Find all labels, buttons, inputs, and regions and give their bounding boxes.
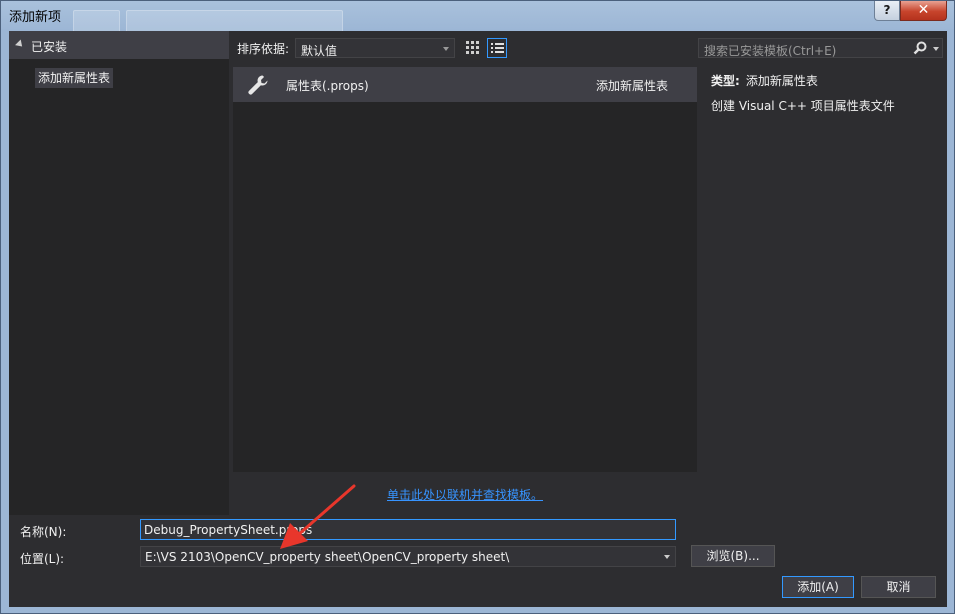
location-label: 位置(L): xyxy=(20,552,65,566)
help-button[interactable]: ? xyxy=(874,1,900,21)
list-view-icon[interactable] xyxy=(487,38,507,58)
sort-dropdown[interactable]: 默认值 xyxy=(295,38,455,58)
template-row[interactable]: 属性表(.props) 添加新属性表 xyxy=(233,67,697,102)
description-text: 创建 Visual C++ 项目属性表文件 xyxy=(711,99,895,113)
browse-button[interactable]: 浏览(B)... xyxy=(691,545,775,567)
tree-root-installed[interactable]: 已安装 xyxy=(9,31,229,59)
sort-label: 排序依据: xyxy=(237,42,290,56)
grid-view-icon[interactable] xyxy=(464,39,482,57)
cancel-button[interactable]: 取消 xyxy=(861,576,936,598)
background-window-tab xyxy=(126,10,343,31)
window-title: 添加新项 xyxy=(9,10,62,25)
wrench-icon xyxy=(248,75,268,95)
description-pane: 类型: 添加新属性表 创建 Visual C++ 项目属性表文件 xyxy=(699,67,947,472)
tree-root-label: 已安装 xyxy=(31,40,68,54)
template-name: 属性表(.props) xyxy=(286,79,369,93)
type-value: 添加新属性表 xyxy=(745,74,818,88)
dialog-client: 已安装 添加新属性表 排序依据: 默认值 搜索已安装模板(Ctrl+E) 属性表… xyxy=(9,31,947,607)
title-bar[interactable]: 添加新项 ? ✕ xyxy=(1,1,954,31)
search-placeholder: 搜索已安装模板(Ctrl+E) xyxy=(704,44,837,58)
sort-value: 默认值 xyxy=(301,44,338,58)
close-button[interactable]: ✕ xyxy=(900,1,947,21)
location-combobox[interactable]: E:\VS 2103\OpenCV_property sheet\OpenCV_… xyxy=(140,546,676,567)
search-icon[interactable] xyxy=(913,41,927,55)
search-input[interactable]: 搜索已安装模板(Ctrl+E) xyxy=(698,38,943,58)
type-line: 类型: 添加新属性表 xyxy=(711,72,818,89)
chevron-down-icon[interactable] xyxy=(664,555,670,559)
background-window-tab xyxy=(73,10,120,31)
chevron-down-icon xyxy=(443,47,449,51)
name-label: 名称(N): xyxy=(20,525,67,539)
add-button[interactable]: 添加(A) xyxy=(782,576,854,598)
template-list: 属性表(.props) 添加新属性表 xyxy=(233,67,697,472)
template-tree: 已安装 添加新属性表 xyxy=(9,31,229,515)
dialog-window: 添加新项 ? ✕ 已安装 添加新属性表 排序依据: 默认值 搜索已安装模板(Ct… xyxy=(0,0,955,614)
collapse-triangle-icon[interactable] xyxy=(15,39,25,50)
name-input[interactable] xyxy=(140,519,676,540)
type-label: 类型: xyxy=(711,74,740,88)
tree-item-add-property-sheet[interactable]: 添加新属性表 xyxy=(35,68,114,88)
form-area: 名称(N): 位置(L): E:\VS 2103\OpenCV_property… xyxy=(9,515,947,607)
red-arrow-annotation-icon xyxy=(280,484,356,549)
search-options-chevron-icon[interactable] xyxy=(933,47,939,51)
template-category: 添加新属性表 xyxy=(596,79,669,93)
online-templates-link[interactable]: 单击此处以联机并查找模板。 xyxy=(387,486,543,503)
